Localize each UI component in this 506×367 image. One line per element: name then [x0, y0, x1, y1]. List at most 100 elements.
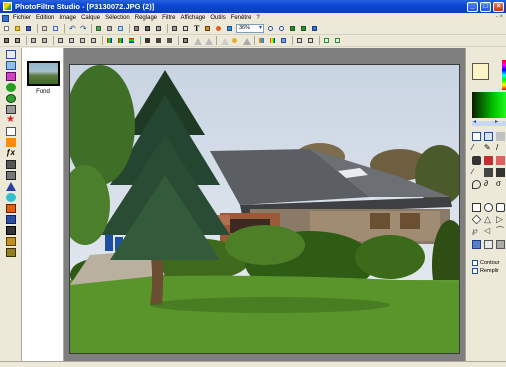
saturation-plus-icon[interactable] — [78, 36, 87, 45]
orange-bar-icon[interactable] — [6, 138, 16, 147]
full-screen-icon[interactable] — [299, 24, 308, 33]
blur-icon[interactable] — [181, 36, 190, 45]
fill-icon[interactable] — [472, 156, 481, 165]
contrast-plus-icon[interactable] — [56, 36, 65, 45]
save-disk-icon[interactable] — [24, 24, 33, 33]
cut-icon[interactable] — [116, 24, 125, 33]
drop-icon[interactable] — [472, 180, 481, 189]
palette-icon[interactable] — [268, 36, 277, 45]
globe-icon[interactable] — [6, 94, 16, 103]
contour-checkbox-box[interactable] — [472, 260, 478, 266]
selection-rect-icon[interactable] — [6, 50, 16, 59]
outline-mode-icon[interactable] — [484, 240, 493, 249]
undo-icon[interactable]: ↶ — [67, 24, 76, 33]
scan-icon[interactable] — [51, 24, 60, 33]
triangle-shape-icon[interactable]: △ — [484, 215, 493, 224]
grid-icon[interactable] — [6, 105, 16, 114]
zoom-select[interactable]: 36% — [236, 24, 264, 33]
zoom-out-icon[interactable] — [277, 24, 286, 33]
building-icon[interactable] — [6, 204, 16, 213]
selection-lasso-icon[interactable] — [6, 61, 16, 70]
new-file-icon[interactable] — [2, 24, 11, 33]
arrow-shape-icon[interactable]: ▷ — [496, 215, 505, 224]
clone-icon[interactable] — [484, 168, 493, 177]
spray-icon[interactable] — [484, 156, 493, 165]
eyedropper-icon[interactable] — [6, 83, 16, 92]
saturation-minus-icon[interactable] — [89, 36, 98, 45]
paste-icon[interactable] — [105, 24, 114, 33]
shape-icon[interactable] — [6, 72, 16, 81]
fx-icon[interactable]: ƒx — [6, 149, 16, 158]
text-tool-icon[interactable]: T — [192, 24, 201, 33]
document-window-controls[interactable]: - × — [496, 14, 503, 20]
menu-image[interactable]: Image — [59, 15, 76, 21]
layer-thumbnail[interactable] — [27, 61, 60, 86]
gamma-plus-icon[interactable] — [105, 36, 114, 45]
line-icon[interactable]: / — [496, 144, 505, 153]
gamma-minus-icon[interactable] — [116, 36, 125, 45]
maximize-button[interactable]: □ — [480, 1, 491, 12]
rotate-right-icon[interactable] — [333, 36, 342, 45]
redo-icon[interactable]: ↷ — [78, 24, 87, 33]
open-folder-icon[interactable] — [13, 24, 22, 33]
pipette-icon[interactable]: ⁄ — [472, 144, 481, 153]
menu-reglage[interactable]: Réglage — [135, 15, 157, 21]
bezier-icon[interactable]: ⌒ — [496, 227, 505, 236]
fit-window-icon[interactable] — [288, 24, 297, 33]
mixed-mode-icon[interactable] — [496, 240, 505, 249]
transparency-icon[interactable] — [181, 24, 190, 33]
emboss-icon[interactable] — [230, 36, 239, 45]
triangle-icon[interactable] — [6, 182, 16, 191]
export-icon[interactable] — [6, 248, 16, 257]
frame-icon[interactable] — [225, 24, 234, 33]
minimize-button[interactable]: _ — [467, 1, 478, 12]
auto-contrast-icon[interactable] — [13, 36, 22, 45]
color-picker-strip[interactable] — [502, 60, 506, 90]
smudge-icon[interactable] — [496, 168, 505, 177]
pattern-icon[interactable] — [6, 160, 16, 169]
color-swap-icon[interactable] — [257, 36, 266, 45]
document-menu-icon[interactable] — [2, 14, 9, 22]
ellipse-shape-icon[interactable] — [484, 203, 493, 212]
flip-horizontal-icon[interactable] — [295, 36, 304, 45]
polygon-shape-icon[interactable]: ◁ — [484, 227, 493, 236]
sepia-icon[interactable] — [154, 36, 163, 45]
brush-icon[interactable] — [203, 24, 212, 33]
rectangle-shape-icon[interactable] — [472, 203, 481, 212]
remplir-checkbox[interactable]: Remplir — [472, 268, 499, 274]
brightness-plus-icon[interactable] — [29, 36, 38, 45]
paint-icon[interactable] — [214, 24, 223, 33]
menu-filtre[interactable]: Filtre — [162, 15, 175, 21]
fill-mode-icon[interactable] — [472, 240, 481, 249]
menu-fenetre[interactable]: Fenêtre — [231, 15, 252, 21]
blur-tool-icon[interactable]: σ — [496, 180, 505, 189]
close-button[interactable]: × — [493, 1, 504, 12]
magic-wand-icon[interactable] — [496, 132, 505, 141]
copy-icon[interactable] — [94, 24, 103, 33]
pencil-icon[interactable]: ✎ — [484, 144, 493, 153]
layer-icon[interactable] — [170, 24, 179, 33]
pointer-icon[interactable] — [472, 132, 481, 141]
palette-scroll[interactable] — [472, 118, 506, 126]
circle-icon[interactable] — [6, 193, 16, 202]
menu-help[interactable]: ? — [256, 15, 259, 21]
film-icon[interactable] — [6, 226, 16, 235]
edge-icon[interactable] — [241, 36, 251, 45]
title-bar[interactable]: PhotoFiltre Studio - [P3130072.JPG (2)] … — [0, 0, 506, 13]
star-icon[interactable]: ★ — [6, 115, 16, 125]
menu-selection[interactable]: Sélection — [105, 15, 130, 21]
soften-icon[interactable] — [192, 36, 202, 45]
menu-outils[interactable]: Outils — [210, 15, 225, 21]
select-icon[interactable] — [484, 132, 493, 141]
photo-canvas[interactable] — [69, 64, 460, 354]
image-size-icon[interactable] — [132, 24, 141, 33]
finger-icon[interactable]: ∂ — [484, 180, 493, 189]
canvas-size-icon[interactable] — [143, 24, 152, 33]
color-swatch[interactable] — [472, 92, 506, 118]
foreground-color[interactable] — [472, 63, 489, 80]
print-icon[interactable] — [40, 24, 49, 33]
eraser-icon[interactable] — [496, 156, 505, 165]
brush-tool-icon[interactable]: ∕ — [472, 168, 481, 177]
rounded-rect-icon[interactable] — [496, 203, 505, 212]
sharpen-icon[interactable] — [203, 36, 213, 45]
